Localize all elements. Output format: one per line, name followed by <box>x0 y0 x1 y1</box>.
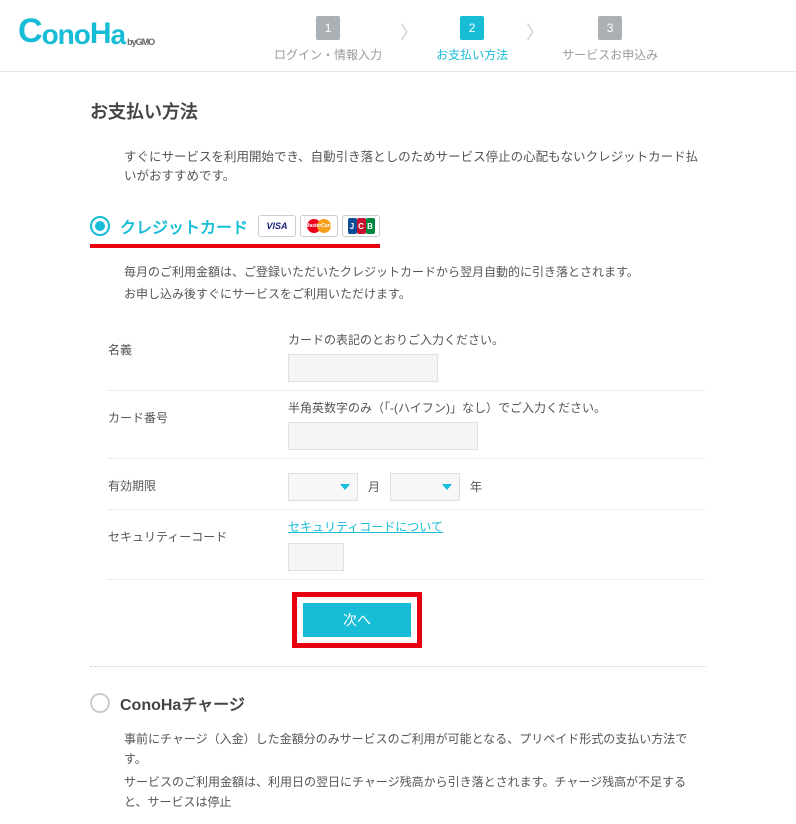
credit-card-form: 名義 カードの表記のとおりご入力ください。 カード番号 半角英数字のみ（「-(ハ… <box>108 323 706 648</box>
radio-credit-card[interactable] <box>90 216 110 236</box>
progress-steps: 1 ログイン・情報入力 〉 2 お支払い方法 〉 3 サービスお申込み <box>274 12 658 63</box>
mastercard-icon: MasterCard <box>300 215 338 237</box>
radio-label: ConoHaチャージ <box>120 691 245 715</box>
step-1: 1 ログイン・情報入力 <box>274 16 382 63</box>
input-card-name[interactable] <box>288 354 438 382</box>
chevron-right-icon: 〉 <box>400 19 418 45</box>
row-name: 名義 カードの表記のとおりご入力ください。 <box>108 323 706 391</box>
step-2: 2 お支払い方法 <box>436 16 508 63</box>
conoha-charge-radio-row[interactable]: ConoHaチャージ <box>90 691 706 715</box>
charge-desc-1: 事前にチャージ（入金）した金額分のみサービスのご利用が可能となる、プリペイド形式… <box>124 729 706 770</box>
intro-text: すぐにサービスを利用開始でき、自動引き落としのためサービス停止の心配もないクレジ… <box>124 146 706 184</box>
hint-number: 半角英数字のみ（「-(ハイフン)」なし）でご入力ください。 <box>288 399 706 416</box>
label-number: カード番号 <box>108 399 288 426</box>
step-3: 3 サービスお申込み <box>562 16 658 63</box>
next-button[interactable]: 次へ <box>303 603 411 637</box>
credit-card-desc-1: 毎月のご利用金額は、ご登録いただいたクレジットカードから翌月自動的に引き落とされ… <box>124 262 706 282</box>
logo-sub: byGMO <box>127 37 154 47</box>
step-box: 3 <box>598 16 622 40</box>
row-cvv: セキュリティーコード セキュリティコードについて <box>108 510 706 580</box>
charge-desc-2: サービスのご利用金額は、利用日の翌日にチャージ残高から引き落とされます。チャージ… <box>124 772 706 813</box>
unit-year: 年 <box>470 478 482 495</box>
row-number: カード番号 半角英数字のみ（「-(ハイフン)」なし）でご入力ください。 <box>108 391 706 459</box>
cvv-about-link[interactable]: セキュリティコードについて <box>288 520 443 534</box>
radio-conoha-charge[interactable] <box>90 693 110 713</box>
select-expiry-year[interactable] <box>390 473 460 501</box>
step-label: お支払い方法 <box>436 46 508 63</box>
unit-month: 月 <box>368 478 380 495</box>
label-expiry: 有効期限 <box>108 467 288 494</box>
card-brands: VISA MasterCard JCB <box>258 215 380 237</box>
row-expiry: 有効期限 月 年 <box>108 459 706 510</box>
step-box: 2 <box>460 16 484 40</box>
label-cvv: セキュリティーコード <box>108 518 288 545</box>
input-cvv[interactable] <box>288 543 344 571</box>
jcb-icon: JCB <box>342 215 380 237</box>
credit-card-radio-row[interactable]: クレジットカード VISA MasterCard JCB <box>90 214 706 248</box>
visa-icon: VISA <box>258 215 296 237</box>
next-button-highlight: 次へ <box>292 592 422 648</box>
step-box: 1 <box>316 16 340 40</box>
label-name: 名義 <box>108 331 288 358</box>
chevron-right-icon: 〉 <box>526 19 544 45</box>
credit-card-desc-2: お申し込み後すぐにサービスをご利用いただけます。 <box>124 284 706 304</box>
credit-card-section: クレジットカード VISA MasterCard JCB 毎月のご利用金額は、ご… <box>90 214 706 667</box>
button-row: 次へ <box>292 592 706 648</box>
conoha-charge-section: ConoHaチャージ 事前にチャージ（入金）した金額分のみサービスのご利用が可能… <box>90 681 706 813</box>
input-card-number[interactable] <box>288 422 478 450</box>
header: ConoHa byGMO 1 ログイン・情報入力 〉 2 お支払い方法 〉 3 … <box>0 0 796 72</box>
step-label: サービスお申込み <box>562 46 658 63</box>
select-expiry-month[interactable] <box>288 473 358 501</box>
page-title: お支払い方法 <box>90 98 706 124</box>
step-label: ログイン・情報入力 <box>274 46 382 63</box>
radio-label: クレジットカード <box>120 214 248 238</box>
hint-name: カードの表記のとおりご入力ください。 <box>288 331 706 348</box>
logo[interactable]: ConoHa byGMO <box>18 12 154 51</box>
main-content: お支払い方法 すぐにサービスを利用開始でき、自動引き落としのためサービス停止の心… <box>0 72 796 824</box>
